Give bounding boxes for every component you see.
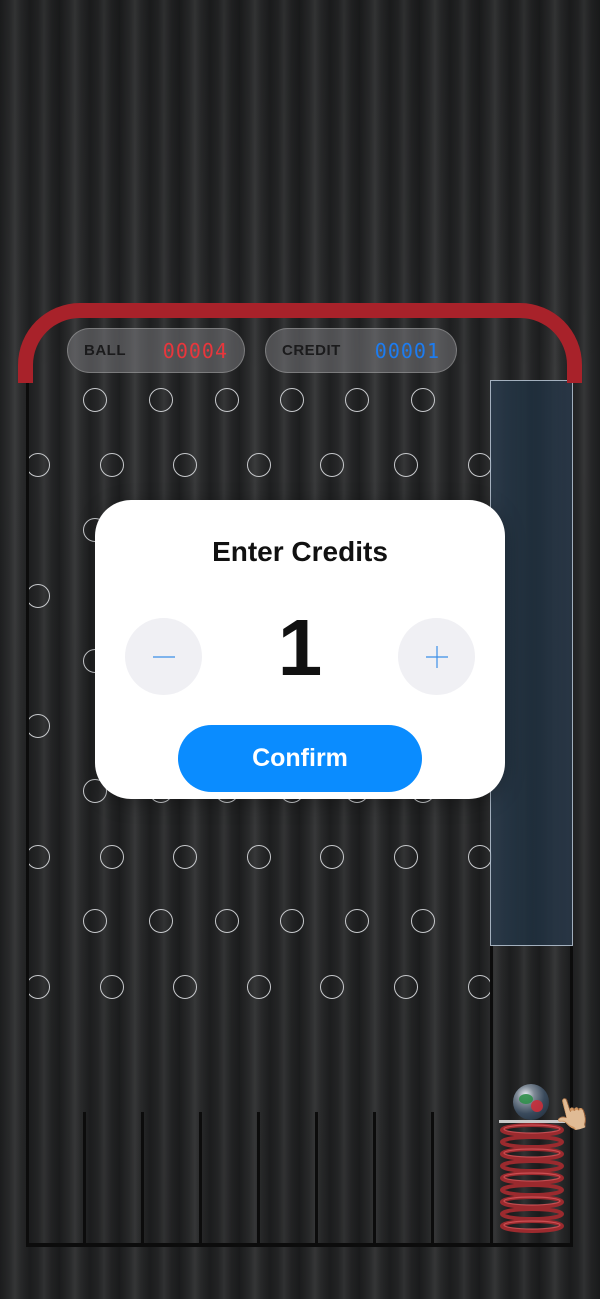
peg xyxy=(468,453,492,477)
peg xyxy=(83,909,107,933)
peg xyxy=(280,388,304,412)
ball-icon[interactable] xyxy=(513,1084,549,1120)
peg xyxy=(173,975,197,999)
peg xyxy=(468,845,492,869)
increment-button[interactable] xyxy=(398,618,475,695)
ball-counter: BALL 00004 xyxy=(67,328,245,373)
peg xyxy=(345,909,369,933)
slot-divider xyxy=(315,1112,318,1245)
peg xyxy=(173,453,197,477)
slot-divider xyxy=(141,1112,144,1245)
peg xyxy=(320,975,344,999)
peg xyxy=(394,453,418,477)
peg xyxy=(83,388,107,412)
credit-counter-label: CREDIT xyxy=(282,342,341,359)
peg xyxy=(149,909,173,933)
peg xyxy=(345,388,369,412)
peg xyxy=(247,845,271,869)
peg xyxy=(411,388,435,412)
peg xyxy=(247,453,271,477)
ball-counter-value: 00004 xyxy=(162,338,228,363)
slot-divider xyxy=(199,1112,202,1245)
confirm-button[interactable]: Confirm xyxy=(178,725,422,792)
slot-divider xyxy=(431,1112,434,1245)
ball-counter-label: BALL xyxy=(84,342,126,359)
board-left-wall xyxy=(26,378,29,1246)
peg xyxy=(411,909,435,933)
peg xyxy=(100,453,124,477)
slot-divider xyxy=(83,1112,86,1245)
spring-icon[interactable] xyxy=(497,1120,567,1240)
credit-counter: CREDIT 00001 xyxy=(265,328,457,373)
peg xyxy=(173,845,197,869)
credit-counter-value: 00001 xyxy=(374,338,440,363)
plus-icon xyxy=(425,645,448,668)
peg xyxy=(149,388,173,412)
peg xyxy=(247,975,271,999)
peg xyxy=(320,845,344,869)
enter-credits-dialog: Enter Credits 1 Confirm xyxy=(95,500,505,799)
launch-lane-divider xyxy=(490,945,493,1245)
peg xyxy=(26,584,50,608)
minus-icon xyxy=(152,655,175,658)
peg xyxy=(280,909,304,933)
peg xyxy=(468,975,492,999)
peg xyxy=(215,909,239,933)
peg xyxy=(100,845,124,869)
credit-amount: 1 xyxy=(277,603,323,692)
peg xyxy=(26,453,50,477)
peg xyxy=(394,845,418,869)
peg xyxy=(26,845,50,869)
dialog-title: Enter Credits xyxy=(212,536,388,567)
peg xyxy=(26,714,50,738)
decrement-button[interactable] xyxy=(125,618,202,695)
peg xyxy=(26,975,50,999)
peg xyxy=(215,388,239,412)
peg xyxy=(394,975,418,999)
peg xyxy=(320,453,344,477)
slot-divider xyxy=(373,1112,376,1245)
slot-divider xyxy=(257,1112,260,1245)
peg xyxy=(100,975,124,999)
